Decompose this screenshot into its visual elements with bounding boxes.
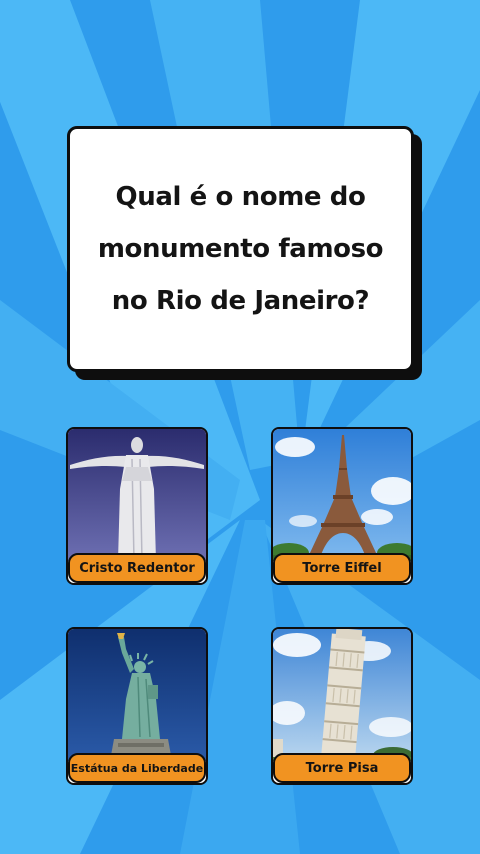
statue-of-liberty-image [68, 629, 206, 761]
christ-the-redeemer-image [68, 429, 206, 561]
leaning-tower-of-pisa-image [273, 629, 411, 761]
answer-option-cristo-redentor[interactable]: Cristo Redentor [66, 427, 208, 585]
eiffel-tower-image [273, 429, 411, 561]
answer-option-torre-eiffel[interactable]: Torre Eiffel [271, 427, 413, 585]
option-label: Torre Eiffel [273, 553, 411, 583]
question-line: Qual é o nome do [115, 182, 366, 212]
question-text: Qual é o nome do monumento famoso no Rio… [97, 171, 384, 327]
answer-option-torre-pisa[interactable]: Torre Pisa [271, 627, 413, 785]
answer-option-estatua-da-liberdade[interactable]: Estátua da Liberdade [66, 627, 208, 785]
question-line: no Rio de Janeiro? [111, 286, 370, 316]
question-card: Qual é o nome do monumento famoso no Rio… [67, 126, 414, 372]
option-label: Cristo Redentor [68, 553, 206, 583]
question-line: monumento famoso [97, 234, 384, 264]
option-label: Estátua da Liberdade [68, 753, 206, 783]
option-label: Torre Pisa [273, 753, 411, 783]
